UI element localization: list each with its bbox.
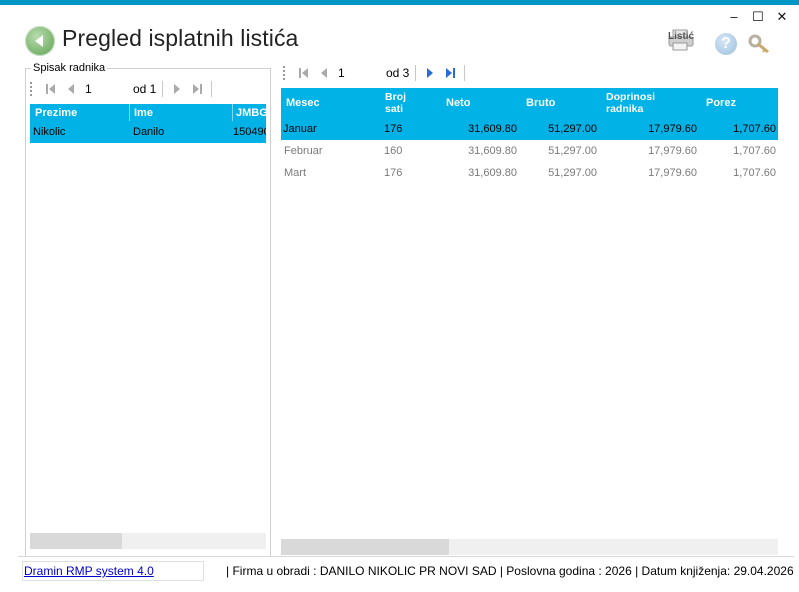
table-row[interactable]: Januar 176 31,609.80 51,297.00 17,979.60… xyxy=(281,118,778,140)
last-page-icon xyxy=(446,68,456,78)
cell-broj-sati: 160 xyxy=(384,145,403,157)
first-page-icon xyxy=(299,68,308,78)
next-page-icon xyxy=(174,84,181,94)
page-count-label: od 1 xyxy=(133,82,157,96)
last-page-button[interactable] xyxy=(187,79,207,99)
cell-neto: 31,609.80 xyxy=(468,123,517,135)
cell-bruto: 51,297.00 xyxy=(548,167,597,179)
cell-mesec: Januar xyxy=(283,123,317,135)
key-icon[interactable] xyxy=(746,33,774,55)
cell-neto: 31,609.80 xyxy=(468,145,517,157)
cell-mesec: Mart xyxy=(284,167,306,179)
keys-icon xyxy=(748,34,769,54)
column-header-prezime[interactable]: Prezime xyxy=(35,104,77,122)
prev-page-button[interactable] xyxy=(314,63,334,83)
last-page-button[interactable] xyxy=(440,63,460,83)
app-version-link[interactable]: Dramin RMP system 4.0 xyxy=(24,564,154,578)
page-number-input[interactable]: 1 xyxy=(81,80,131,98)
column-header-doprinosi-line1: Doprinosi xyxy=(606,91,655,103)
page-title: Pregled isplatnih listića xyxy=(62,25,299,51)
column-header-broj-sati[interactable]: Broj sati xyxy=(385,88,406,118)
cell-broj-sati: 176 xyxy=(384,167,403,179)
next-page-button[interactable] xyxy=(167,79,187,99)
prev-page-button[interactable] xyxy=(61,79,81,99)
column-header-jmbg[interactable]: JMBG xyxy=(232,104,268,122)
scrollbar-thumb[interactable] xyxy=(30,533,122,549)
cell-jmbg: 150490 xyxy=(233,126,266,138)
employees-pager: 1 od 1 xyxy=(30,78,268,100)
window-top-accent-bar xyxy=(0,0,799,5)
cell-porez: 1,707.60 xyxy=(733,123,776,135)
prev-page-icon xyxy=(321,68,327,78)
cell-doprinosi: 17,979.60 xyxy=(648,145,697,157)
table-row[interactable]: Februar 160 31,609.80 51,297.00 17,979.6… xyxy=(281,140,778,162)
back-button[interactable] xyxy=(25,26,55,56)
prev-page-icon xyxy=(68,84,74,94)
column-header-mesec[interactable]: Mesec xyxy=(286,88,320,118)
cell-ime: Danilo xyxy=(133,126,165,138)
column-header-broj-sati-line2: sati xyxy=(385,103,404,115)
table-row[interactable]: Nikolic Danilo 150490 xyxy=(30,121,266,143)
status-separator xyxy=(18,556,794,557)
cell-doprinosi: 17,979.60 xyxy=(648,167,697,179)
payslips-pager: 1 od 3 xyxy=(283,62,778,84)
cell-neto: 31,609.80 xyxy=(468,167,517,179)
first-page-icon xyxy=(46,84,55,94)
cell-prezime: Nikolic xyxy=(33,126,66,138)
maximize-button[interactable]: ☐ xyxy=(748,8,768,26)
cell-doprinosi: 17,979.60 xyxy=(648,123,697,135)
minimize-button[interactable]: – xyxy=(724,8,744,26)
status-info: | Firma u obradi : DANILO NIKOLIC PR NOV… xyxy=(226,564,794,578)
pager-separator xyxy=(464,65,466,81)
pager-separator xyxy=(211,81,213,97)
pager-separator xyxy=(162,81,164,97)
scrollbar-thumb[interactable] xyxy=(281,539,449,555)
first-page-button[interactable] xyxy=(41,79,61,99)
cell-broj-sati: 176 xyxy=(384,123,403,135)
next-page-button[interactable] xyxy=(420,63,440,83)
payslips-horizontal-scrollbar[interactable] xyxy=(281,539,778,555)
column-header-broj-sati-line1: Broj xyxy=(385,91,406,103)
status-bar: Dramin RMP system 4.0 | Firma u obradi :… xyxy=(22,561,794,581)
last-page-icon xyxy=(193,84,203,94)
column-header-bruto[interactable]: Bruto xyxy=(526,88,555,118)
employees-grid-header: Prezime Ime JMBG xyxy=(30,104,268,122)
employees-group-label: Spisak radnika xyxy=(31,62,108,74)
first-page-button[interactable] xyxy=(294,63,314,83)
column-header-ime[interactable]: Ime xyxy=(129,104,153,122)
pager-grip[interactable] xyxy=(283,66,288,80)
table-row[interactable]: Mart 176 31,609.80 51,297.00 17,979.60 1… xyxy=(281,162,778,184)
arrow-left-icon xyxy=(35,35,43,47)
cell-bruto: 51,297.00 xyxy=(548,145,597,157)
listic-label: Listić xyxy=(668,31,695,42)
cell-porez: 1,707.60 xyxy=(733,145,776,157)
payslips-grid-header: Mesec Broj sati Neto Bruto Doprinosi rad… xyxy=(281,88,778,118)
column-header-porez[interactable]: Porez xyxy=(706,88,736,118)
pager-separator xyxy=(415,65,417,81)
page-count-label: od 3 xyxy=(386,66,410,80)
column-header-doprinosi[interactable]: Doprinosi radnika xyxy=(606,88,655,118)
column-header-neto[interactable]: Neto xyxy=(446,88,470,118)
help-icon[interactable]: ? xyxy=(715,33,737,55)
cell-mesec: Februar xyxy=(284,145,323,157)
employees-horizontal-scrollbar[interactable] xyxy=(30,533,266,549)
column-header-doprinosi-line2: radnika xyxy=(606,103,644,115)
page-number-input[interactable]: 1 xyxy=(334,64,384,82)
print-payslip-button[interactable]: Listić xyxy=(667,28,695,52)
cell-porez: 1,707.60 xyxy=(733,167,776,179)
close-button[interactable]: ✕ xyxy=(772,8,792,26)
next-page-icon xyxy=(427,68,434,78)
cell-bruto: 51,297.00 xyxy=(548,123,597,135)
pager-grip[interactable] xyxy=(30,82,35,96)
